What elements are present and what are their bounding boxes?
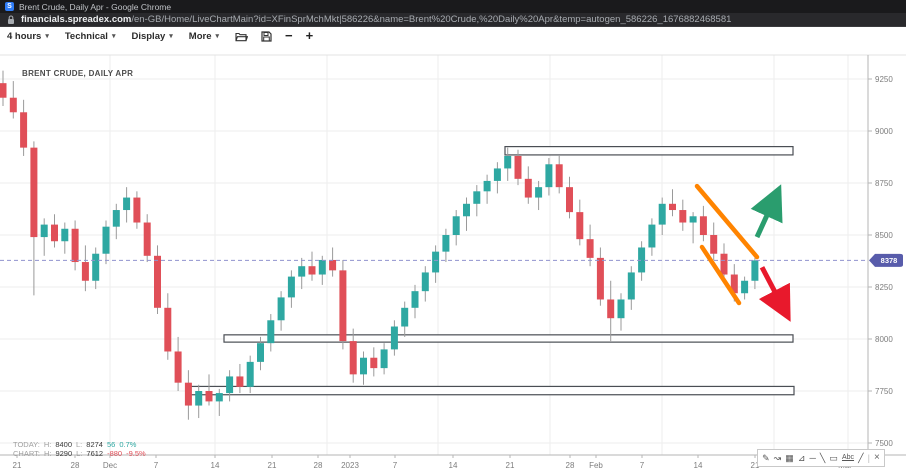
horizontal-line-tool-icon[interactable]: ─ <box>809 453 815 463</box>
open-folder-icon[interactable] <box>235 31 248 42</box>
today-change: 56 <box>107 440 115 449</box>
svg-text:7: 7 <box>640 461 645 470</box>
chart-change: -880 <box>107 449 122 458</box>
chart-area[interactable]: 9250 9000 8750 8500 8250 8000 7750 7500 21 28 Dec 7… <box>0 45 906 474</box>
svg-text:21: 21 <box>506 461 515 470</box>
svg-text:8750: 8750 <box>875 179 893 188</box>
svg-text:28: 28 <box>314 461 323 470</box>
window-title: Brent Crude, Daily Apr - Google Chrome <box>19 2 171 12</box>
chevron-down-icon: ▾ <box>169 32 173 40</box>
text-tool-icon[interactable]: Abc <box>842 453 854 463</box>
svg-text:7750: 7750 <box>875 387 893 396</box>
svg-text:8500: 8500 <box>875 231 893 240</box>
browser-url-bar[interactable]: financials.spreadex.com/en-GB/Home/LiveC… <box>0 13 906 27</box>
today-stats-row: TODAY:H:8400L:8274560.7% <box>13 440 150 449</box>
pointer-tool-icon[interactable]: ✎ <box>762 453 770 463</box>
chart-svg[interactable]: 9250 9000 8750 8500 8250 8000 7750 7500 21 28 Dec 7… <box>0 45 906 474</box>
svg-text:8000: 8000 <box>875 335 893 344</box>
menu-4-hours[interactable]: 4 hours▾ <box>7 31 49 42</box>
svg-text:14: 14 <box>211 461 220 470</box>
zoom-out-icon[interactable]: − <box>285 31 293 41</box>
current-price-badge: 8378 <box>869 254 903 267</box>
measure-tool-icon[interactable]: ⊿ <box>798 453 806 463</box>
chevron-down-icon: ▾ <box>215 32 219 40</box>
chevron-down-icon: ▾ <box>45 32 49 40</box>
support-resistance-zones[interactable] <box>188 147 794 395</box>
svg-text:7: 7 <box>393 461 398 470</box>
save-icon[interactable] <box>261 31 272 42</box>
close-icon[interactable]: × <box>874 453 880 463</box>
svg-text:Feb: Feb <box>589 461 603 470</box>
grid-tool-icon[interactable]: ▦ <box>785 453 794 463</box>
svg-text:9000: 9000 <box>875 127 893 136</box>
svg-text:8378: 8378 <box>881 256 898 265</box>
url-text[interactable]: financials.spreadex.com/en-GB/Home/LiveC… <box>21 14 731 25</box>
svg-text:21: 21 <box>13 461 22 470</box>
zone-rectangle <box>188 386 794 394</box>
site-favicon: S <box>5 2 14 11</box>
chart-instrument-title: BRENT CRUDE, DAILY APR <box>22 69 133 78</box>
url-path: /en-GB/Home/LiveChartMain?id=XFinSprMchM… <box>131 14 731 25</box>
chart-stats-row: CHART:H:9290L:7612-880-9.5% <box>13 449 150 458</box>
line-tool-icon[interactable]: ╱ <box>858 453 863 463</box>
chart-change-pct: -9.5% <box>126 449 146 458</box>
svg-text:21: 21 <box>268 461 277 470</box>
svg-text:7500: 7500 <box>875 439 893 448</box>
zoom-in-icon[interactable]: + <box>306 31 314 41</box>
lock-icon <box>7 15 15 25</box>
toolbar-separator: | <box>868 453 870 463</box>
menu-more[interactable]: More▾ <box>189 31 219 42</box>
freehand-tool-icon[interactable]: ↝ <box>774 453 782 463</box>
chevron-down-icon: ▾ <box>112 32 116 40</box>
svg-text:28: 28 <box>566 461 575 470</box>
browser-title-bar: S Brent Crude, Daily Apr - Google Chrome <box>0 0 906 13</box>
price-stats-overlay: TODAY:H:8400L:8274560.7% CHART:H:9290L:7… <box>13 440 150 458</box>
menu-technical[interactable]: Technical▾ <box>65 31 116 42</box>
svg-text:28: 28 <box>71 461 80 470</box>
menu-display[interactable]: Display▾ <box>131 31 172 42</box>
svg-text:9250: 9250 <box>875 75 893 84</box>
zone-rectangle <box>224 335 793 342</box>
svg-text:8250: 8250 <box>875 283 893 292</box>
ray-tool-icon[interactable]: ╲ <box>820 453 825 463</box>
drawing-toolbar[interactable]: ✎ ↝▦ ⊿─ ╲ ▭ Abc ╱ | × <box>757 449 885 467</box>
svg-text:14: 14 <box>694 461 703 470</box>
url-domain: financials.spreadex.com <box>21 14 131 25</box>
svg-text:Dec: Dec <box>103 461 117 470</box>
today-change-pct: 0.7% <box>119 440 136 449</box>
rectangle-tool-icon[interactable]: ▭ <box>829 453 838 463</box>
svg-text:14: 14 <box>449 461 458 470</box>
svg-text:2023: 2023 <box>341 461 359 470</box>
arrow-annotations[interactable] <box>757 193 786 313</box>
svg-text:7: 7 <box>154 461 159 470</box>
zone-rectangle <box>505 147 793 155</box>
chart-toolbar: 4 hours▾ Technical▾ Display▾ More▾ − + <box>0 27 906 45</box>
candlesticks <box>0 71 758 420</box>
